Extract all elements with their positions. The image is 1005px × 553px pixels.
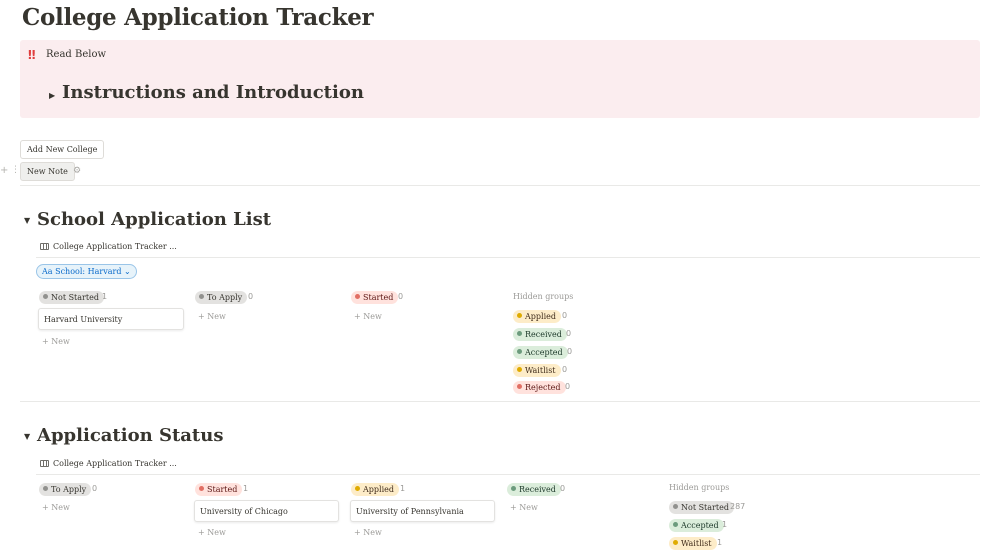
new-card-button[interactable]: + New	[354, 528, 382, 537]
divider	[36, 474, 980, 475]
status-dot-icon	[355, 486, 360, 491]
group-tag-to-apply[interactable]: To Apply	[195, 291, 248, 304]
hidden-group-received[interactable]: Received	[513, 328, 567, 341]
add-new-college-button[interactable]: Add New College	[20, 140, 105, 159]
hidden-group-accepted[interactable]: Accepted	[669, 519, 724, 532]
group-tag-to-apply[interactable]: To Apply	[39, 483, 92, 496]
section-heading[interactable]: School Application List	[37, 209, 271, 230]
card-university-of-pennsylvania[interactable]: University of Pennsylvania	[350, 500, 495, 522]
new-card-button[interactable]: + New	[42, 503, 70, 512]
filter-pill-school[interactable]: Aa School: Harvard ⌄	[36, 264, 137, 279]
database-title[interactable]: College Application Tracker ...	[53, 459, 177, 468]
divider	[20, 401, 980, 402]
divider	[36, 257, 980, 258]
status-dot-icon	[517, 367, 522, 372]
group-count: 0	[566, 329, 572, 338]
status-dot-icon	[673, 540, 678, 545]
hidden-group-not-started[interactable]: Not Started	[669, 501, 734, 514]
callout-text: Read Below	[46, 49, 107, 60]
new-note-button[interactable]: New Note	[20, 162, 75, 181]
hidden-group-accepted[interactable]: Accepted	[513, 346, 568, 359]
group-count: 0	[92, 484, 98, 493]
card-university-of-chicago[interactable]: University of Chicago	[194, 500, 339, 522]
hidden-group-rejected[interactable]: Rejected	[513, 381, 566, 394]
section-heading[interactable]: Application Status	[37, 425, 223, 446]
group-tag-received[interactable]: Received	[507, 483, 561, 496]
divider	[20, 185, 980, 186]
group-count: 1	[717, 538, 723, 547]
group-count: 0	[398, 292, 404, 301]
toggle-caret-right-icon[interactable]: ▶	[49, 91, 55, 100]
board-view-icon	[40, 460, 49, 467]
status-dot-icon	[517, 331, 522, 336]
group-count: 0	[560, 484, 566, 493]
hidden-group-waitlist[interactable]: Waitlist	[669, 537, 717, 550]
group-count: 1	[243, 484, 249, 493]
hidden-group-applied[interactable]: Applied	[513, 310, 561, 323]
hidden-group-waitlist[interactable]: Waitlist	[513, 364, 561, 377]
status-dot-icon	[199, 486, 204, 491]
group-tag-started[interactable]: Started	[351, 291, 399, 304]
group-tag-applied[interactable]: Applied	[351, 483, 399, 496]
new-card-button[interactable]: + New	[198, 312, 226, 321]
status-dot-icon	[511, 486, 516, 491]
toggle-caret-down-icon[interactable]: ▼	[24, 432, 30, 441]
group-count: 0	[567, 347, 573, 356]
new-card-button[interactable]: + New	[42, 337, 70, 346]
hidden-groups-label: Hidden groups	[669, 483, 730, 492]
gear-icon[interactable]: ⚙	[73, 166, 81, 176]
group-count: 0	[248, 292, 254, 301]
toggle-heading-instructions[interactable]: Instructions and Introduction	[62, 82, 364, 103]
status-dot-icon	[43, 294, 48, 299]
status-dot-icon	[517, 384, 522, 389]
group-count: 1	[722, 520, 728, 529]
new-card-button[interactable]: + New	[354, 312, 382, 321]
group-count: 0	[565, 382, 571, 391]
status-dot-icon	[517, 313, 522, 318]
status-dot-icon	[355, 294, 360, 299]
group-tag-not-started[interactable]: Not Started	[39, 291, 104, 304]
status-dot-icon	[673, 504, 678, 509]
board-view-icon	[40, 243, 49, 250]
status-dot-icon	[517, 349, 522, 354]
toggle-caret-down-icon[interactable]: ▼	[24, 216, 30, 225]
hidden-groups-label: Hidden groups	[513, 292, 574, 301]
status-dot-icon	[43, 486, 48, 491]
page-title: College Application Tracker	[22, 4, 374, 31]
callout-block	[20, 40, 980, 118]
status-dot-icon	[199, 294, 204, 299]
card-harvard-university[interactable]: Harvard University	[38, 308, 184, 330]
add-block-plus-icon[interactable]: +	[0, 165, 8, 176]
group-count: 287	[730, 502, 746, 511]
double-exclamation-icon: ‼	[28, 48, 35, 62]
group-count: 1	[400, 484, 406, 493]
status-dot-icon	[673, 522, 678, 527]
group-count: 0	[562, 365, 568, 374]
new-card-button[interactable]: + New	[510, 503, 538, 512]
group-tag-started[interactable]: Started	[195, 483, 243, 496]
database-title[interactable]: College Application Tracker ...	[53, 242, 177, 251]
group-count: 0	[562, 311, 568, 320]
group-count: 1	[102, 292, 108, 301]
new-card-button[interactable]: + New	[198, 528, 226, 537]
